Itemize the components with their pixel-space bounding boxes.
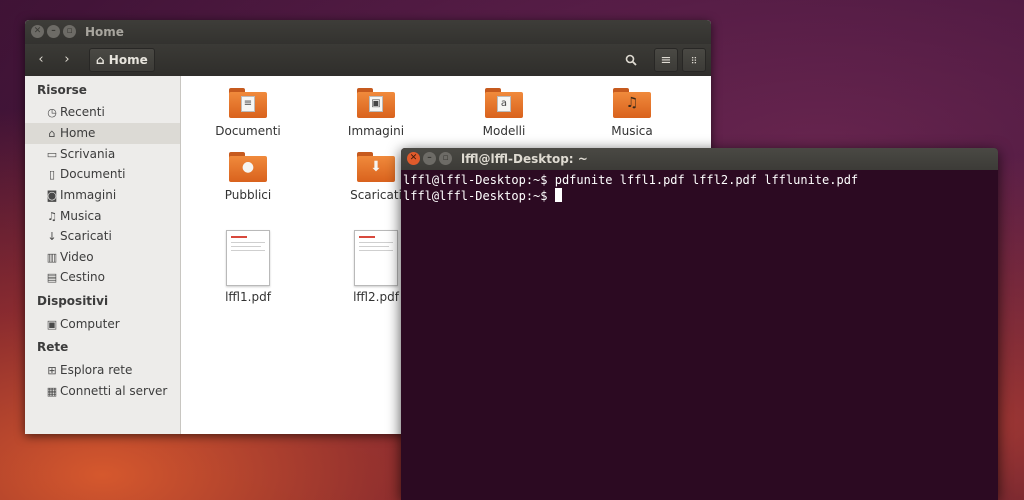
search-button[interactable] [619,48,643,72]
folder-icon: ⬇ [357,152,395,182]
path-home-button[interactable]: ⌂ Home [89,48,155,72]
search-icon [625,54,637,66]
close-icon[interactable]: ✕ [31,25,44,38]
sidebar-item-label: Connetti al server [60,384,168,398]
sidebar-item-label: Home [60,126,96,140]
terminal-line: lffl@lffl-Desktop:~$ pdfunite lffl1.pdf … [403,173,859,187]
file-name: Documenti [215,124,281,138]
home-icon: ⌂ [96,53,105,67]
sidebar-item-music[interactable]: ♫ Musica [25,206,180,227]
files-toolbar: ‹ › ⌂ Home ≡ ⠿ [25,44,711,76]
forward-button[interactable]: › [55,48,79,72]
sidebar-item-label: Cestino [60,270,105,284]
sidebar-item-connect-server[interactable]: ▦ Connetti al server [25,381,180,402]
minimize-icon[interactable]: – [47,25,60,38]
file-name: Immagini [347,124,405,138]
sidebar-item-label: Documenti [60,167,126,181]
folder-public[interactable]: ● Pubblici [198,152,298,208]
sidebar-item-video[interactable]: ▥ Video [25,247,180,268]
template-icon: a [497,96,511,112]
grid-view-button[interactable]: ⠿ [682,48,706,72]
sidebar-item-label: Immagini [60,188,117,202]
file-lffl1-pdf[interactable]: lffl1.pdf [198,230,298,306]
folder-music[interactable]: ♫ Musica [582,88,682,144]
desktop-folder-icon: ▭ [46,148,58,161]
file-name: Musica [611,124,653,138]
computer-icon: ▣ [46,318,58,331]
file-name: Modelli [482,124,526,138]
file-name: lffl1.pdf [225,290,271,304]
film-icon: ▥ [46,251,58,264]
user-icon: ● [241,159,255,175]
sidebar-item-label: Scaricati [60,229,112,243]
sidebar-item-downloads[interactable]: ↓ Scaricati [25,226,180,247]
camera-icon: ◙ [46,189,58,202]
download-icon: ⬇ [370,159,382,175]
close-icon[interactable]: ✕ [407,152,420,165]
file-name: Pubblici [224,188,272,202]
path-label: Home [108,53,148,67]
sidebar-heading-devices: Dispositivi [37,294,109,308]
folder-documents[interactable]: ≡ Documenti [198,88,298,144]
sidebar-item-label: Recenti [60,105,105,119]
terminal-cursor [554,188,562,202]
sidebar-heading-network: Rete [37,340,69,354]
folder-templates[interactable]: a Modelli [454,88,554,144]
network-icon: ⊞ [47,364,57,377]
folder-icon: ≡ [229,88,267,118]
sidebar-item-label: Video [60,250,94,264]
sidebar-item-label: Scrivania [60,147,116,161]
trash-icon: ▤ [46,271,58,284]
chevron-right-icon: › [64,52,70,67]
minimize-icon[interactable]: – [423,152,436,165]
sidebar-item-pictures[interactable]: ◙ Immagini [25,185,180,206]
list-view-button[interactable]: ≡ [654,48,678,72]
sidebar-item-label: Musica [60,209,102,223]
sidebar-item-documents[interactable]: ▯ Documenti [25,164,180,185]
maximize-icon[interactable]: ▫ [63,25,76,38]
terminal-prompt-line: lffl@lffl-Desktop:~$ [403,188,562,204]
terminal-prompt: lffl@lffl-Desktop:~$ [403,189,555,203]
folder-icon: ▣ [357,88,395,118]
sidebar-item-recent[interactable]: ◷ Recenti [25,102,180,123]
document-icon: ▯ [48,168,56,181]
sidebar: Risorse ◷ Recenti ⌂ Home ▭ Scrivania ▯ D… [25,76,181,434]
folder-icon: ♫ [613,88,651,118]
list-icon: ≡ [660,53,672,68]
sidebar-item-browse-network[interactable]: ⊞ Esplora rete [25,360,180,381]
folder-icon: ● [229,152,267,182]
sidebar-item-label: Esplora rete [60,363,133,377]
terminal-output[interactable]: lffl@lffl-Desktop:~$ pdfunite lffl1.pdf … [401,173,998,500]
chevron-left-icon: ‹ [38,52,44,67]
music-note-icon: ♫ [47,210,57,223]
pdf-file-icon [226,230,270,286]
picture-icon: ▣ [369,96,383,112]
grid-icon: ⠿ [690,57,698,67]
sidebar-item-trash[interactable]: ▤ Cestino [25,267,180,288]
maximize-icon[interactable]: ▫ [439,152,452,165]
sidebar-item-home[interactable]: ⌂ Home [25,123,180,144]
window-title: Home [85,25,124,39]
terminal-titlebar: ✕ – ▫ lffl@lffl-Desktop: ~ [401,148,998,170]
back-button[interactable]: ‹ [29,48,53,72]
clock-icon: ◷ [47,106,57,119]
folder-icon: a [485,88,523,118]
pdf-file-icon [354,230,398,286]
music-note-icon: ♫ [625,95,639,111]
sidebar-item-computer[interactable]: ▣ Computer [25,314,180,335]
folder-pictures[interactable]: ▣ Immagini [326,88,426,144]
document-icon: ≡ [241,96,255,112]
download-icon: ↓ [47,230,57,243]
terminal-title: lffl@lffl-Desktop: ~ [461,152,588,166]
sidebar-item-label: Computer [60,317,120,331]
sidebar-item-desktop[interactable]: ▭ Scrivania [25,144,180,165]
server-icon: ▦ [46,385,58,398]
terminal-window[interactable]: ✕ – ▫ lffl@lffl-Desktop: ~ lffl@lffl-Des… [401,148,998,500]
home-icon: ⌂ [48,127,56,140]
files-titlebar: ✕ – ▫ Home [25,20,711,44]
sidebar-heading-resources: Risorse [37,83,87,97]
